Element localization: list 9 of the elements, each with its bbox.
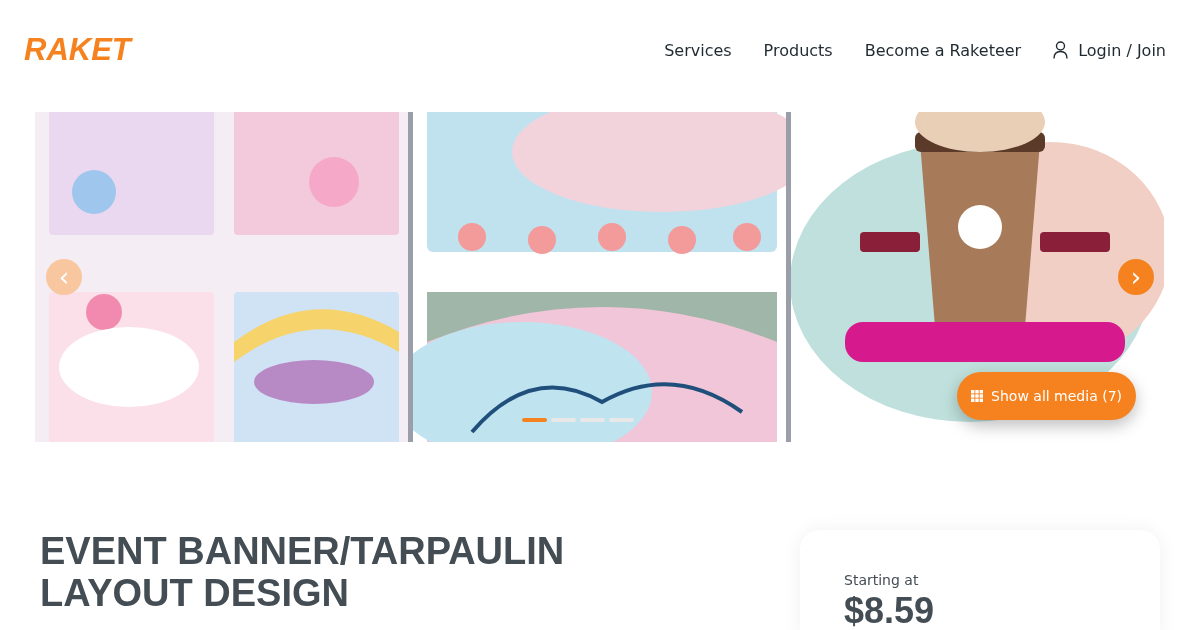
page-title: EVENT BANNER/TARPAULIN LAYOUT DESIGN (40, 530, 566, 616)
login-link[interactable]: Login / Join (1078, 40, 1166, 60)
price-caption: Starting at (844, 572, 920, 588)
nav-link[interactable]: Become a Raketeer (864, 40, 1022, 60)
nav-link[interactable]: Services (664, 40, 732, 60)
grid-icon (971, 390, 984, 402)
user-icon (1053, 41, 1069, 59)
price: $8.59 (844, 590, 936, 630)
nav-link[interactable]: Products (763, 40, 833, 60)
